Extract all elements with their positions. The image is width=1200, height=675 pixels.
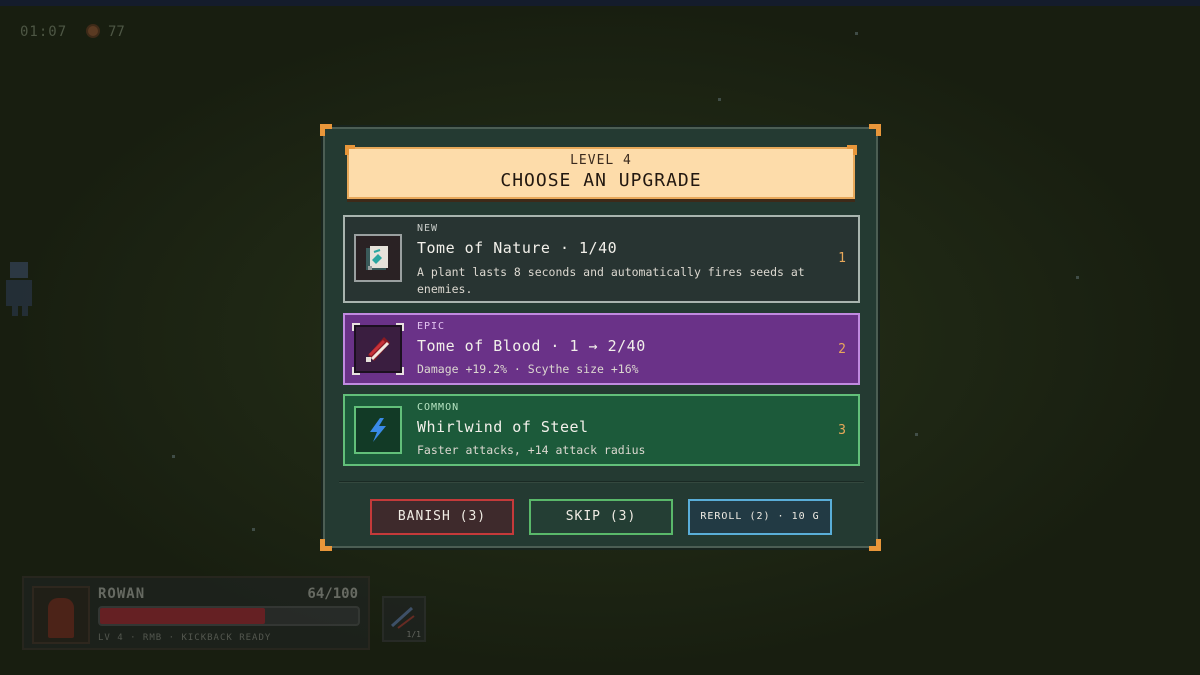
enemy-sprite (6, 262, 32, 316)
selection-corner (352, 323, 360, 331)
card-rarity: COMMON (417, 402, 460, 413)
bg-speck (252, 528, 255, 531)
card-description: A plant lasts 8 seconds and automaticall… (417, 265, 805, 296)
card-name: Tome of Nature · 1/40 (417, 239, 618, 257)
top-bar (0, 0, 1200, 6)
lightning-icon (370, 418, 386, 442)
player-avatar (48, 598, 74, 638)
header-corner (847, 145, 857, 155)
nature-tome-icon (366, 246, 388, 270)
skip-button[interactable]: SKIP (3) (529, 499, 673, 535)
selection-corner (396, 367, 404, 375)
upgrade-card-tome-of-blood[interactable]: EPIC Tome of Blood · 1 → 2/40 Damage +19… (343, 313, 860, 385)
player-status: LV 4 · RMB · KICKBACK READY (98, 633, 272, 643)
card-hotkey: 1 (838, 251, 846, 266)
run-timer: 01:07 (20, 24, 68, 40)
frame-corner (320, 124, 332, 136)
modal-title: CHOOSE AN UPGRADE (500, 170, 702, 191)
frame-corner (869, 539, 881, 551)
selection-corner (396, 323, 404, 331)
frame-corner (320, 539, 332, 551)
frame-corner (869, 124, 881, 136)
upgrade-modal: LEVEL 4 CHOOSE AN UPGRADE NEW Tome of Na… (320, 124, 881, 551)
ability-slot: 1/1 (382, 596, 426, 642)
bg-speck (172, 455, 175, 458)
upgrade-card-tome-of-nature[interactable]: NEW Tome of Nature · 1/40 A plant lasts … (343, 215, 860, 303)
ability-charges: 1/1 (406, 630, 421, 639)
blood-tome-icon (366, 337, 390, 362)
bg-speck (915, 433, 918, 436)
modal-header: LEVEL 4 CHOOSE AN UPGRADE (345, 145, 857, 199)
card-description: Damage +19.2% · Scythe size +16% (417, 362, 639, 376)
card-icon-frame (354, 234, 402, 282)
player-name: ROWAN (98, 586, 146, 602)
bg-speck (1076, 276, 1079, 279)
card-name: Tome of Blood · 1 → 2/40 (417, 337, 646, 355)
coin-icon (86, 24, 100, 38)
card-rarity: EPIC (417, 321, 446, 332)
selection-corner (352, 367, 360, 375)
header-corner (345, 145, 355, 155)
hp-bar (98, 606, 360, 626)
card-hotkey: 2 (838, 342, 846, 357)
reroll-button[interactable]: REROLL (2) · 10 G (688, 499, 832, 535)
card-icon-frame (352, 323, 404, 375)
coin-count: 77 (108, 24, 125, 40)
level-label: LEVEL 4 (570, 153, 632, 168)
hp-bar-fill (100, 608, 266, 624)
card-icon-frame (354, 406, 402, 454)
bg-speck (855, 32, 858, 35)
player-hp-text: 64/100 (307, 586, 358, 602)
card-description: Faster attacks, +14 attack radius (417, 443, 646, 457)
banish-button[interactable]: BANISH (3) (370, 499, 514, 535)
card-name: Whirlwind of Steel (417, 418, 589, 436)
upgrade-card-whirlwind-of-steel[interactable]: COMMON Whirlwind of Steel Faster attacks… (343, 394, 860, 466)
bg-speck (718, 98, 721, 101)
card-hotkey: 3 (838, 423, 846, 438)
player-panel: ROWAN 64/100 LV 4 · RMB · KICKBACK READY (22, 576, 370, 650)
player-portrait (32, 586, 90, 644)
card-rarity: NEW (417, 223, 439, 234)
modal-divider (339, 481, 864, 483)
